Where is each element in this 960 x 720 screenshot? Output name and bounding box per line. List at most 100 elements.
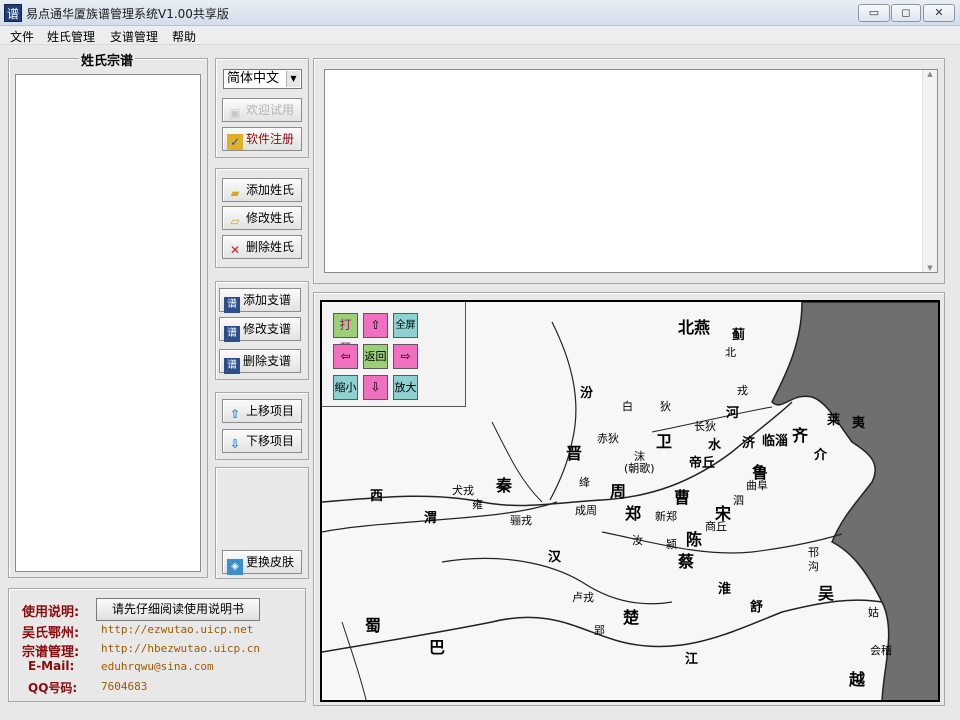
app-icon: 谱 bbox=[4, 4, 22, 22]
delete-surname-button-label: 删除姓氏 bbox=[246, 240, 295, 254]
pan-right-icon[interactable]: ⇨ bbox=[393, 344, 418, 369]
map-label: 介 bbox=[814, 448, 828, 463]
register-button[interactable]: ✓ 软件注册 bbox=[222, 127, 302, 151]
map-label: 楚 bbox=[623, 608, 640, 627]
arrow-up-icon: ⇧ bbox=[229, 407, 241, 421]
menu-help[interactable]: 帮助 bbox=[172, 28, 196, 45]
folder-open-icon: ▱ bbox=[230, 214, 240, 228]
close-button[interactable]: ✕ bbox=[923, 4, 955, 22]
move-up-button-label: 上移项目 bbox=[246, 404, 295, 418]
map-label: 戎 bbox=[737, 384, 748, 397]
river-han bbox=[441, 557, 673, 605]
pan-down-icon[interactable]: ⇩ bbox=[363, 375, 388, 400]
map-back-button[interactable]: 返回 bbox=[363, 344, 388, 369]
map-label: 吴 bbox=[818, 584, 835, 603]
change-skin-button[interactable]: ◈ 更换皮肤 bbox=[222, 550, 302, 575]
map-label: 颍 bbox=[666, 538, 677, 551]
menu-surname-management[interactable]: 姓氏管理 bbox=[47, 28, 95, 45]
map-label: 北 bbox=[725, 346, 736, 359]
map-label: 汝 bbox=[632, 534, 643, 547]
menu-file[interactable]: 文件 bbox=[10, 28, 34, 45]
trial-button[interactable]: ▣ 欢迎试用 bbox=[222, 98, 302, 122]
map-label: 新郑 bbox=[655, 510, 677, 523]
surname-panel-title: 姓氏宗谱 bbox=[79, 50, 136, 69]
usage-label: 使用说明: bbox=[22, 605, 80, 620]
move-down-button-label: 下移项目 bbox=[246, 434, 295, 448]
map-open-button[interactable]: 打开 bbox=[333, 313, 358, 355]
book-icon: 谱 bbox=[224, 297, 240, 313]
edit-surname-button[interactable]: ▱ 修改姓氏 bbox=[222, 206, 302, 230]
surname-list[interactable] bbox=[15, 74, 201, 572]
map-zoom-in-button[interactable]: 放大 bbox=[393, 375, 418, 400]
edit-branch-button-label: 修改支谱 bbox=[243, 322, 292, 336]
folder-icon: ▰ bbox=[230, 186, 240, 200]
branch-actions-box: 谱添加支谱 谱修改支谱 谱删除支谱 bbox=[215, 281, 309, 380]
minimize-button[interactable]: ▭ bbox=[858, 4, 890, 22]
email-link[interactable]: eduhrqwu@sina.com bbox=[101, 660, 214, 673]
menu-bar: 文件 姓氏管理 支谱管理 帮助 bbox=[0, 26, 960, 45]
map-nav-panel: 打开 ⇧ 全屏 ⇦ 返回 ⇨ 缩小 ⇩ 放大 bbox=[322, 302, 466, 407]
delete-branch-button[interactable]: 谱删除支谱 bbox=[219, 349, 301, 374]
map-view[interactable]: 打开 ⇧ 全屏 ⇦ 返回 ⇨ 缩小 ⇩ 放大 北燕 齐 鲁 宋 曹 郑 周 秦 … bbox=[320, 300, 940, 702]
map-label: 巴 bbox=[429, 638, 446, 657]
content-textarea[interactable]: ▲ ▼ bbox=[324, 69, 938, 273]
map-zoom-out-button[interactable]: 缩小 bbox=[333, 375, 358, 400]
map-label: 越 bbox=[849, 670, 866, 689]
map-fullscreen-button[interactable]: 全屏 bbox=[393, 313, 418, 338]
add-surname-button[interactable]: ▰ 添加姓氏 bbox=[222, 178, 302, 202]
map-label: 长狄 bbox=[694, 420, 716, 433]
map-label: 狄 bbox=[660, 400, 671, 413]
move-up-button[interactable]: ⇧ 上移项目 bbox=[222, 399, 302, 423]
map-label: 周 bbox=[610, 482, 627, 501]
skin-icon: ◈ bbox=[227, 559, 243, 575]
menu-branch-management[interactable]: 支谱管理 bbox=[110, 28, 158, 45]
change-skin-button-label: 更换皮肤 bbox=[246, 555, 295, 569]
move-down-button[interactable]: ⇩ 下移项目 bbox=[222, 429, 302, 453]
map-label: 白 bbox=[622, 400, 633, 413]
map-label: 水 bbox=[708, 438, 722, 453]
map-label: 蜀 bbox=[365, 616, 382, 635]
genealogy-url-link[interactable]: http://hbezwutao.uicp.cn bbox=[101, 642, 260, 655]
edit-branch-button[interactable]: 谱修改支谱 bbox=[219, 317, 301, 342]
language-box: 简体中文 ▼ ▣ 欢迎试用 ✓ 软件注册 bbox=[215, 58, 309, 158]
register-icon: ✓ bbox=[227, 134, 243, 150]
chevron-down-icon[interactable]: ▼ bbox=[286, 71, 300, 87]
map-label: 蓟 bbox=[732, 328, 746, 343]
map-label: 汾 bbox=[580, 386, 594, 401]
wu-url-link[interactable]: http://ezwutao.uicp.net bbox=[101, 623, 253, 636]
add-branch-button[interactable]: 谱添加支谱 bbox=[219, 288, 301, 313]
book-icon: 谱 bbox=[224, 326, 240, 342]
maximize-button[interactable]: ◻ bbox=[891, 4, 921, 22]
register-button-label: 软件注册 bbox=[246, 132, 295, 146]
map-label: 晋 bbox=[566, 444, 583, 463]
map-label: 北燕 bbox=[678, 318, 711, 337]
edit-surname-button-label: 修改姓氏 bbox=[246, 211, 295, 225]
title-bar: 谱 易点通华厦族谱管理系统V1.00共享版 ▭ ◻ ✕ bbox=[0, 0, 960, 26]
map-label: 河 bbox=[726, 406, 740, 421]
email-label: E-Mail: bbox=[28, 659, 75, 673]
map-label: 姑 bbox=[868, 606, 879, 619]
map-label: 西 bbox=[370, 489, 384, 504]
surname-actions-box: ▰ 添加姓氏 ▱ 修改姓氏 ✕ 删除姓氏 bbox=[215, 168, 309, 268]
language-select[interactable]: 简体中文 ▼ bbox=[223, 69, 302, 89]
map-label: 陈 bbox=[686, 530, 703, 549]
map-label: 淮 bbox=[718, 582, 732, 597]
map-label: 莱 bbox=[827, 413, 841, 428]
map-label: 蔡 bbox=[678, 552, 695, 571]
map-label: 帝丘 bbox=[689, 456, 716, 471]
info-panel: 使用说明: 请先仔细阅读使用说明书 吴氏鄂州: http://ezwutao.u… bbox=[8, 588, 306, 702]
window-title: 易点通华厦族谱管理系统V1.00共享版 bbox=[26, 7, 229, 21]
pan-left-icon[interactable]: ⇦ bbox=[333, 344, 358, 369]
delete-x-icon: ✕ bbox=[229, 243, 241, 257]
qq-value: 7604683 bbox=[101, 680, 148, 693]
map-label: 曲阜 bbox=[746, 479, 768, 492]
delete-branch-button-label: 删除支谱 bbox=[243, 354, 292, 368]
map-label: 赤狄 bbox=[597, 432, 619, 445]
delete-surname-button[interactable]: ✕ 删除姓氏 bbox=[222, 235, 302, 259]
manual-button[interactable]: 请先仔细阅读使用说明书 bbox=[96, 598, 260, 621]
add-surname-button-label: 添加姓氏 bbox=[246, 183, 295, 197]
trial-button-label: 欢迎试用 bbox=[246, 103, 295, 117]
river-branch bbox=[341, 621, 367, 700]
vertical-scrollbar[interactable]: ▲ ▼ bbox=[922, 70, 937, 272]
pan-up-icon[interactable]: ⇧ bbox=[363, 313, 388, 338]
